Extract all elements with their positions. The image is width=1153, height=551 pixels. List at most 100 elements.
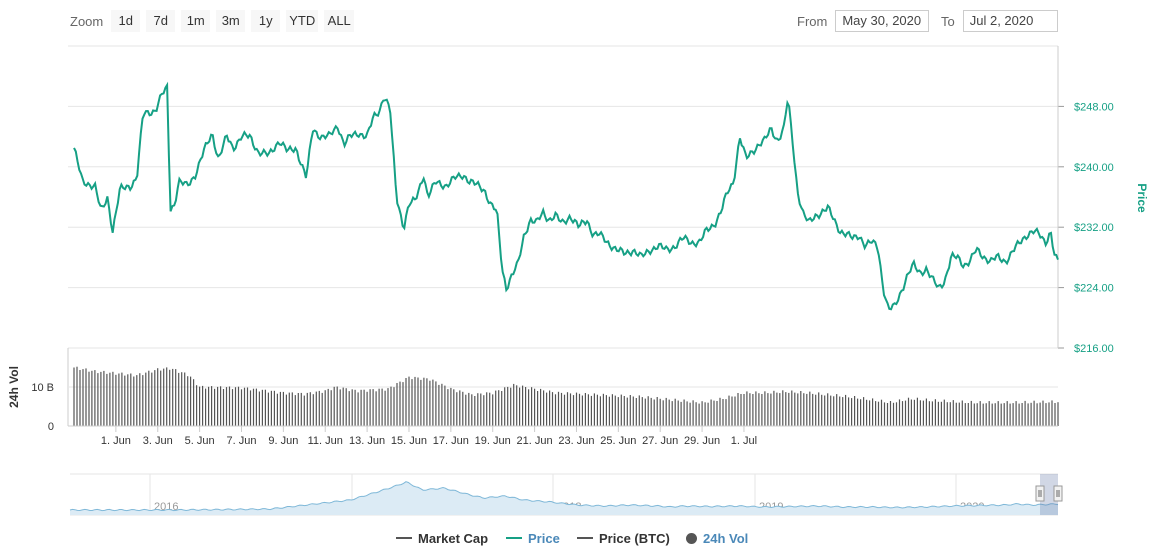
navigator-right-handle[interactable]: [1053, 485, 1063, 502]
volume-bar: [106, 373, 108, 426]
volume-bar: [866, 399, 868, 426]
volume-bar: [949, 402, 951, 426]
volume-bar: [423, 377, 425, 426]
volume-bar: [904, 400, 907, 426]
volume-bar: [270, 390, 272, 426]
volume-bar: [79, 370, 81, 426]
x-tick-label: 29. Jun: [684, 435, 720, 447]
volume-bar: [94, 370, 96, 426]
volume-bar: [477, 393, 479, 426]
volume-bar: [504, 387, 506, 426]
volume-bar: [791, 390, 793, 426]
volume-bar: [806, 393, 808, 426]
volume-bar: [952, 400, 954, 426]
volume-bar: [842, 397, 844, 426]
volume-bar: [632, 396, 634, 426]
volume-bar: [593, 393, 595, 426]
legend-item-price[interactable]: Price: [506, 528, 560, 548]
volume-bar: [695, 402, 697, 426]
volume-bar: [172, 368, 174, 426]
volume-bar: [118, 373, 120, 426]
volume-bar: [76, 366, 78, 426]
volume-bar: [608, 396, 610, 426]
volume-bar: [237, 386, 240, 426]
volume-bar: [492, 394, 494, 426]
volume-bar: [725, 399, 727, 426]
volume-bar: [880, 399, 883, 426]
volume-bar: [369, 389, 371, 426]
volume-bar: [928, 401, 930, 426]
volume-bar: [554, 394, 557, 426]
volume-bar: [892, 402, 895, 426]
volume-bar: [1036, 403, 1038, 426]
volume-bar: [1039, 402, 1041, 426]
volume-bar: [665, 397, 667, 426]
volume-bar: [273, 390, 275, 426]
volume-bar: [288, 392, 290, 426]
volume-bar: [411, 379, 413, 426]
volume-bar: [142, 375, 144, 426]
volume-bar: [716, 401, 718, 426]
volume-bar: [863, 397, 865, 426]
volume-bar: [252, 388, 255, 426]
legend-item-24h-vol[interactable]: 24h Vol: [686, 528, 748, 548]
volume-bar: [312, 394, 314, 426]
volume-bar: [453, 389, 455, 426]
volume-bar: [489, 392, 491, 426]
x-tick-label: 15. Jun: [391, 435, 427, 447]
volume-bar: [543, 390, 545, 426]
navigator-left-handle[interactable]: [1035, 485, 1045, 502]
volume-bar: [1054, 403, 1056, 426]
volume-bar: [719, 397, 721, 426]
volume-bar: [178, 372, 180, 426]
volume-bar: [815, 394, 817, 426]
volume-bar: [169, 369, 171, 426]
volume-bar: [671, 401, 673, 426]
volume-bar: [136, 375, 138, 426]
volume-bar: [432, 379, 434, 426]
volume-bar: [193, 379, 195, 426]
volume-bar: [205, 388, 207, 426]
volume-bar: [267, 392, 269, 426]
volume-bar: [689, 402, 691, 426]
volume-bar: [710, 399, 712, 426]
x-tick-label: 11. Jun: [308, 435, 343, 447]
volume-bar: [264, 389, 266, 426]
volume-bars: [73, 366, 1059, 426]
price-tick-label: $224.00: [1074, 283, 1114, 295]
volume-bar: [620, 394, 622, 426]
volume-bar: [480, 393, 482, 426]
volume-bar: [537, 391, 539, 426]
volume-bar: [462, 391, 464, 426]
price-tick-label: $248.00: [1074, 101, 1114, 113]
volume-bar: [393, 387, 395, 426]
volume-bar: [883, 402, 886, 426]
volume-bar: [809, 391, 811, 426]
volume-bar: [910, 399, 912, 426]
volume-bar: [97, 373, 99, 426]
volume-bar: [399, 381, 401, 426]
volume-bar: [441, 383, 443, 426]
volume-bar: [202, 385, 204, 426]
price-grid: [68, 45, 1058, 349]
volume-bar: [184, 372, 186, 426]
volume-bar: [228, 386, 231, 426]
legend-item-market-cap[interactable]: Market Cap: [396, 528, 488, 548]
volume-bar: [444, 385, 446, 426]
volume-bar: [474, 396, 476, 426]
x-axis-ticks: 1. Jun 3. Jun 5. Jun 7. Jun 9. Jun 11. Jun 13.…: [101, 426, 757, 447]
legend-item-price-btc[interactable]: Price (BTC): [577, 528, 670, 548]
volume-bar: [824, 395, 826, 426]
volume-tick-label: 0: [48, 421, 54, 433]
x-tick-label: 3. Jun: [143, 435, 173, 447]
volume-bar: [737, 393, 739, 426]
x-tick-label: 13. Jun: [349, 435, 385, 447]
legend-label: Market Cap: [418, 530, 489, 546]
volume-bar: [767, 393, 769, 426]
volume-bar: [955, 402, 957, 426]
volume-bar: [605, 395, 607, 426]
volume-bar: [88, 371, 90, 426]
volume-bar: [540, 388, 542, 426]
volume-bar: [190, 376, 192, 426]
volume-bar: [366, 391, 368, 426]
